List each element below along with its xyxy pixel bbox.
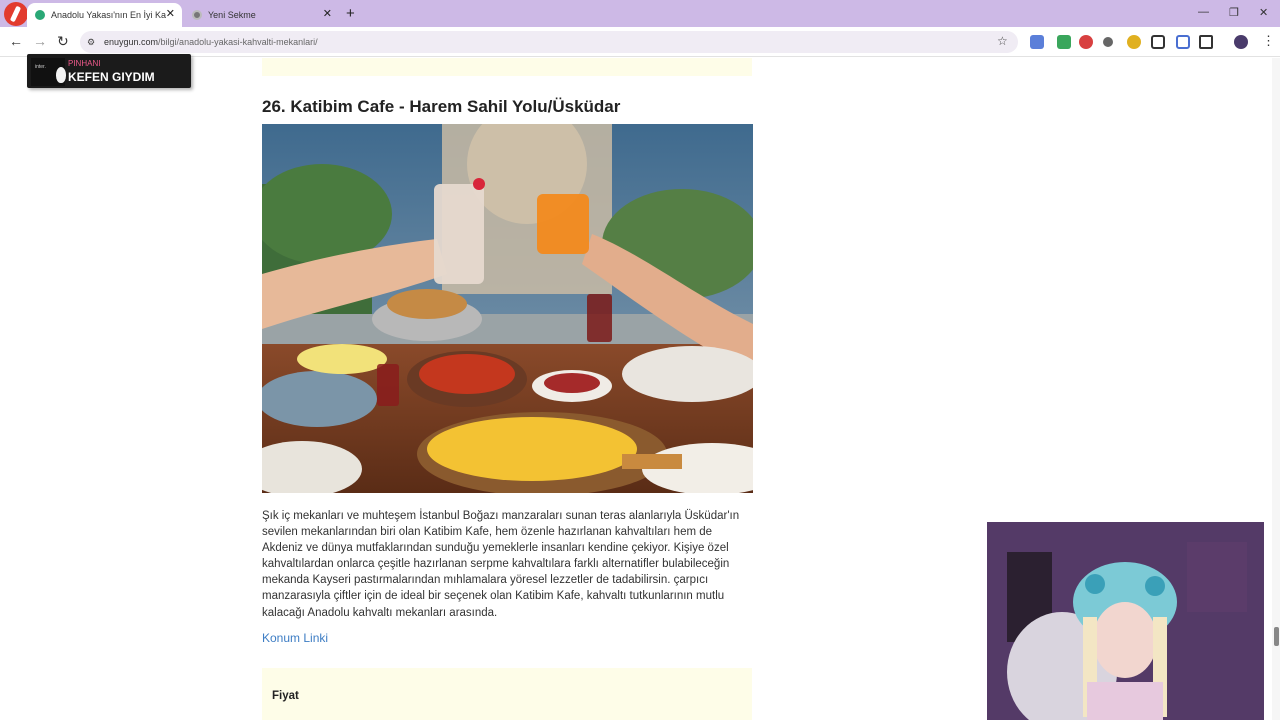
tab-title: Yeni Sekme bbox=[208, 10, 256, 20]
breakfast-photo-illustration bbox=[262, 124, 753, 493]
ghost-icon[interactable] bbox=[1103, 37, 1113, 47]
url-path: /bilgi/anadolu-yakasi-kahvalti-mekanlari… bbox=[158, 37, 318, 47]
scrollbar[interactable] bbox=[1272, 58, 1280, 720]
reload-icon[interactable]: ↻ bbox=[57, 33, 69, 50]
now-playing-artist: PINHANI bbox=[68, 59, 101, 68]
tab-active[interactable]: Anadolu Yakası'nın En İyi Kahvaltı ✕ bbox=[27, 3, 182, 27]
venue-description: Şık iç mekanları ve muhteşem İstanbul Bo… bbox=[262, 510, 740, 619]
streamer-webcam-illustration bbox=[987, 522, 1264, 720]
coin-icon[interactable] bbox=[1127, 35, 1141, 49]
overlay-logo-text: inter. bbox=[35, 64, 46, 70]
site-settings-icon[interactable]: ⚙ bbox=[87, 37, 95, 48]
forward-icon[interactable]: → bbox=[33, 33, 47, 49]
cast-icon[interactable] bbox=[1176, 35, 1190, 49]
new-tab-icon[interactable]: + bbox=[346, 5, 355, 22]
browser-toolbar: ← → ↻ enuygun.com/bilgi/anadolu-yakasi-k… bbox=[0, 27, 1280, 57]
price-label: Fiyat bbox=[272, 690, 299, 702]
chrome-favicon-icon bbox=[192, 10, 202, 20]
bookmark-star-icon[interactable]: ☆ bbox=[997, 34, 1008, 48]
browser-logo-icon bbox=[4, 2, 28, 26]
now-playing-overlay: inter. PINHANI KEFEN GIYDIM bbox=[27, 54, 191, 88]
screenshot-icon[interactable] bbox=[1151, 35, 1165, 49]
music-logo-icon: inter. bbox=[31, 58, 66, 86]
price-box: Fiyat bbox=[262, 668, 752, 720]
previous-price-box bbox=[262, 58, 752, 76]
flame-icon bbox=[56, 67, 66, 83]
browser-menu-icon[interactable]: ⋮ bbox=[1262, 33, 1275, 49]
window-close-icon[interactable]: ✕ bbox=[1259, 6, 1268, 19]
puzzle-icon[interactable] bbox=[1199, 35, 1213, 49]
url-host: enuygun.com bbox=[104, 37, 159, 47]
restore-icon[interactable]: ❐ bbox=[1229, 6, 1239, 19]
tab-title: Anadolu Yakası'nın En İyi Kahvaltı bbox=[51, 10, 166, 20]
red-icon[interactable] bbox=[1079, 35, 1093, 49]
minimize-icon[interactable]: — bbox=[1198, 6, 1209, 18]
tab-bar: Anadolu Yakası'nın En İyi Kahvaltı ✕ Yen… bbox=[0, 0, 1280, 27]
address-bar[interactable]: enuygun.com/bilgi/anadolu-yakasi-kahvalt… bbox=[80, 31, 1018, 53]
tab-close-icon[interactable]: ✕ bbox=[323, 7, 332, 20]
tab-new[interactable]: Yeni Sekme ✕ bbox=[184, 3, 339, 27]
venue-heading: 26. Katibim Cafe - Harem Sahil Yolu/Üskü… bbox=[262, 97, 621, 116]
badge-icon[interactable] bbox=[1057, 35, 1071, 49]
location-link[interactable]: Konum Linki bbox=[262, 631, 328, 645]
site-favicon-icon bbox=[35, 10, 45, 20]
back-icon[interactable]: ← bbox=[9, 33, 23, 49]
scrollbar-thumb[interactable] bbox=[1274, 627, 1279, 646]
venue-photo bbox=[262, 124, 753, 493]
now-playing-song: KEFEN GIYDIM bbox=[68, 70, 155, 84]
profile-icon[interactable] bbox=[1234, 35, 1248, 49]
tab-close-icon[interactable]: ✕ bbox=[166, 7, 175, 20]
translate-icon[interactable] bbox=[1030, 35, 1044, 49]
webcam-overlay bbox=[987, 522, 1264, 720]
